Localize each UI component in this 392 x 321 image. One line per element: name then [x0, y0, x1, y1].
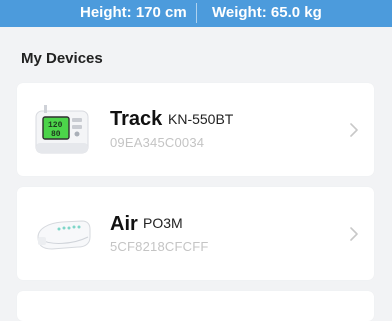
profile-stats-bar: Height: 170 cm Weight: 65.0 kg — [0, 0, 392, 27]
weight-stat: Weight: 65.0 kg — [212, 4, 322, 21]
device-card-air[interactable]: Air PO3M 5CF8218CFCFF — [17, 187, 374, 280]
stats-divider — [196, 3, 197, 23]
device-id: 09EA345C0034 — [110, 135, 205, 150]
device-model: PO3M — [143, 215, 183, 231]
device-name: Air — [110, 213, 138, 235]
chevron-right-icon[interactable] — [347, 121, 361, 139]
section-title: My Devices — [21, 50, 103, 67]
chevron-right-icon[interactable] — [347, 225, 361, 243]
device-card-track[interactable]: 120 80 Track KN-550BT 09EA345C0034 — [17, 83, 374, 176]
height-stat: Height: 170 cm — [80, 4, 187, 21]
device-id: 5CF8218CFCFF — [110, 239, 209, 254]
device-card-partial[interactable] — [17, 291, 374, 321]
device-name: Track — [110, 108, 163, 130]
monitor-systolic: 120 — [48, 121, 63, 130]
device-model: KN-550BT — [168, 111, 234, 127]
pulse-oximeter-image — [37, 220, 91, 250]
monitor-diastolic: 80 — [51, 130, 61, 139]
blood-pressure-monitor-image: 120 80 — [35, 105, 89, 154]
